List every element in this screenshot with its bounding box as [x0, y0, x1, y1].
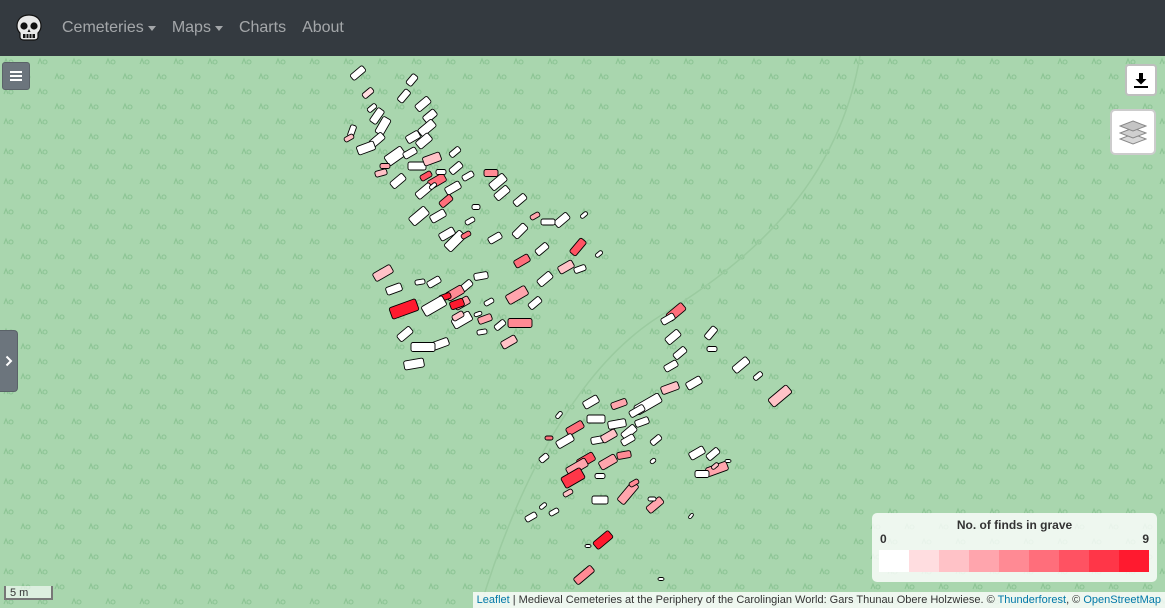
- grave-polygon[interactable]: [586, 414, 606, 424]
- legend-color-step: [879, 550, 909, 572]
- legend-title: No. of finds in grave: [956, 518, 1073, 532]
- nav-about-label: About: [302, 19, 344, 36]
- navbar: Cemeteries Maps Charts About: [0, 0, 1165, 56]
- grave-polygon[interactable]: [584, 544, 592, 548]
- grave-polygon[interactable]: [507, 318, 533, 328]
- caret-down-icon: [147, 25, 156, 31]
- legend-color-step: [939, 550, 969, 572]
- thunderforest-link[interactable]: Thunderforest: [998, 594, 1066, 606]
- legend-max-label: 9: [1142, 532, 1149, 546]
- grave-polygon[interactable]: [647, 496, 657, 502]
- nav-charts-label: Charts: [238, 19, 287, 36]
- legend-min-label: 0: [880, 532, 887, 546]
- grave-polygon[interactable]: [407, 161, 427, 171]
- grave-polygon[interactable]: [591, 495, 609, 505]
- layers-button[interactable]: [1110, 109, 1156, 155]
- attribution-separator: , ©: [1066, 594, 1084, 606]
- openstreetmap-link[interactable]: OpenStreetMap: [1083, 594, 1161, 606]
- grave-polygon[interactable]: [594, 473, 606, 479]
- grave-polygon[interactable]: [483, 169, 499, 177]
- legend-color-bar: [879, 550, 1149, 572]
- nav-about-link[interactable]: About: [294, 0, 352, 56]
- menu-button[interactable]: [2, 62, 30, 90]
- nav-cemeteries-label: Cemeteries: [62, 19, 144, 36]
- nav-cemeteries-dropdown[interactable]: Cemeteries: [54, 0, 164, 56]
- download-button[interactable]: [1125, 64, 1157, 96]
- legend-color-step: [999, 550, 1029, 572]
- scale-bar: 5 m: [4, 586, 53, 600]
- grave-polygon[interactable]: [706, 346, 718, 352]
- nav-maps-dropdown[interactable]: Maps: [164, 0, 231, 56]
- map-attribution: Leaflet | Medieval Cemeteries at the Per…: [472, 592, 1165, 608]
- map-canvas[interactable]: No. of finds in grave 0 9 5 m Leaflet | …: [0, 56, 1165, 608]
- skull-icon[interactable]: [14, 13, 44, 43]
- legend-color-step: [969, 550, 999, 572]
- grave-polygon[interactable]: [471, 204, 481, 210]
- layers-icon: [1119, 120, 1147, 145]
- attribution-text: | Medieval Cemeteries at the Periphery o…: [509, 594, 998, 606]
- leaflet-link[interactable]: Leaflet: [477, 594, 510, 606]
- nav-charts-link[interactable]: Charts: [231, 0, 294, 56]
- finds-legend: No. of finds in grave 0 9: [872, 513, 1157, 582]
- grave-polygon[interactable]: [724, 459, 732, 463]
- grave-polygon[interactable]: [379, 163, 391, 169]
- legend-color-step: [909, 550, 939, 572]
- legend-color-step: [1029, 550, 1059, 572]
- nav-maps-label: Maps: [171, 19, 211, 36]
- legend-color-step: [1119, 550, 1149, 572]
- grave-polygon[interactable]: [540, 218, 556, 226]
- hamburger-icon: [10, 71, 22, 81]
- sidebar-toggle-button[interactable]: [0, 330, 18, 392]
- grave-polygon[interactable]: [694, 470, 710, 478]
- grave-polygon[interactable]: [544, 435, 554, 441]
- download-icon: [1134, 73, 1148, 88]
- grave-polygon[interactable]: [657, 577, 665, 581]
- grave-polygon[interactable]: [410, 342, 436, 352]
- chevron-right-icon: [5, 355, 12, 367]
- legend-color-step: [1089, 550, 1119, 572]
- legend-color-step: [1059, 550, 1089, 572]
- grave-polygon[interactable]: [435, 169, 447, 175]
- caret-down-icon: [214, 25, 223, 31]
